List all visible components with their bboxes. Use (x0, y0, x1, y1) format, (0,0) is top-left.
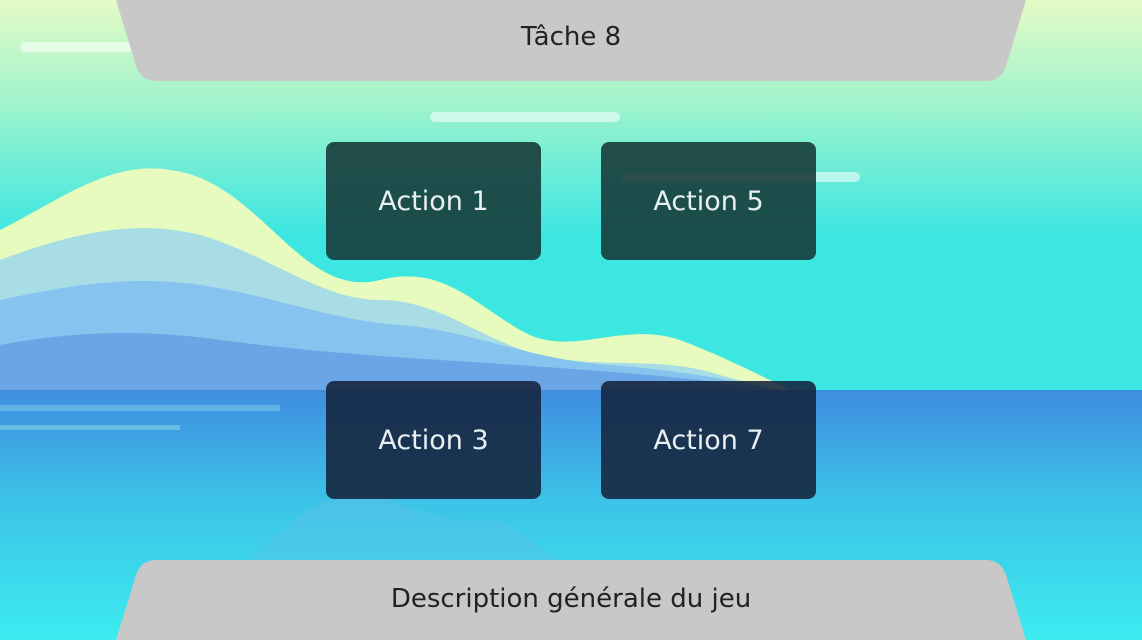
action-button-3[interactable]: Action 3 (326, 381, 541, 499)
description-label[interactable]: Description générale du jeu (0, 584, 1142, 614)
action-button-1[interactable]: Action 1 (326, 142, 541, 260)
action-button-7[interactable]: Action 7 (601, 381, 816, 499)
page-title: Tâche 8 (520, 22, 622, 52)
action-button-5[interactable]: Action 5 (601, 142, 816, 260)
background-landscape (0, 0, 1142, 640)
